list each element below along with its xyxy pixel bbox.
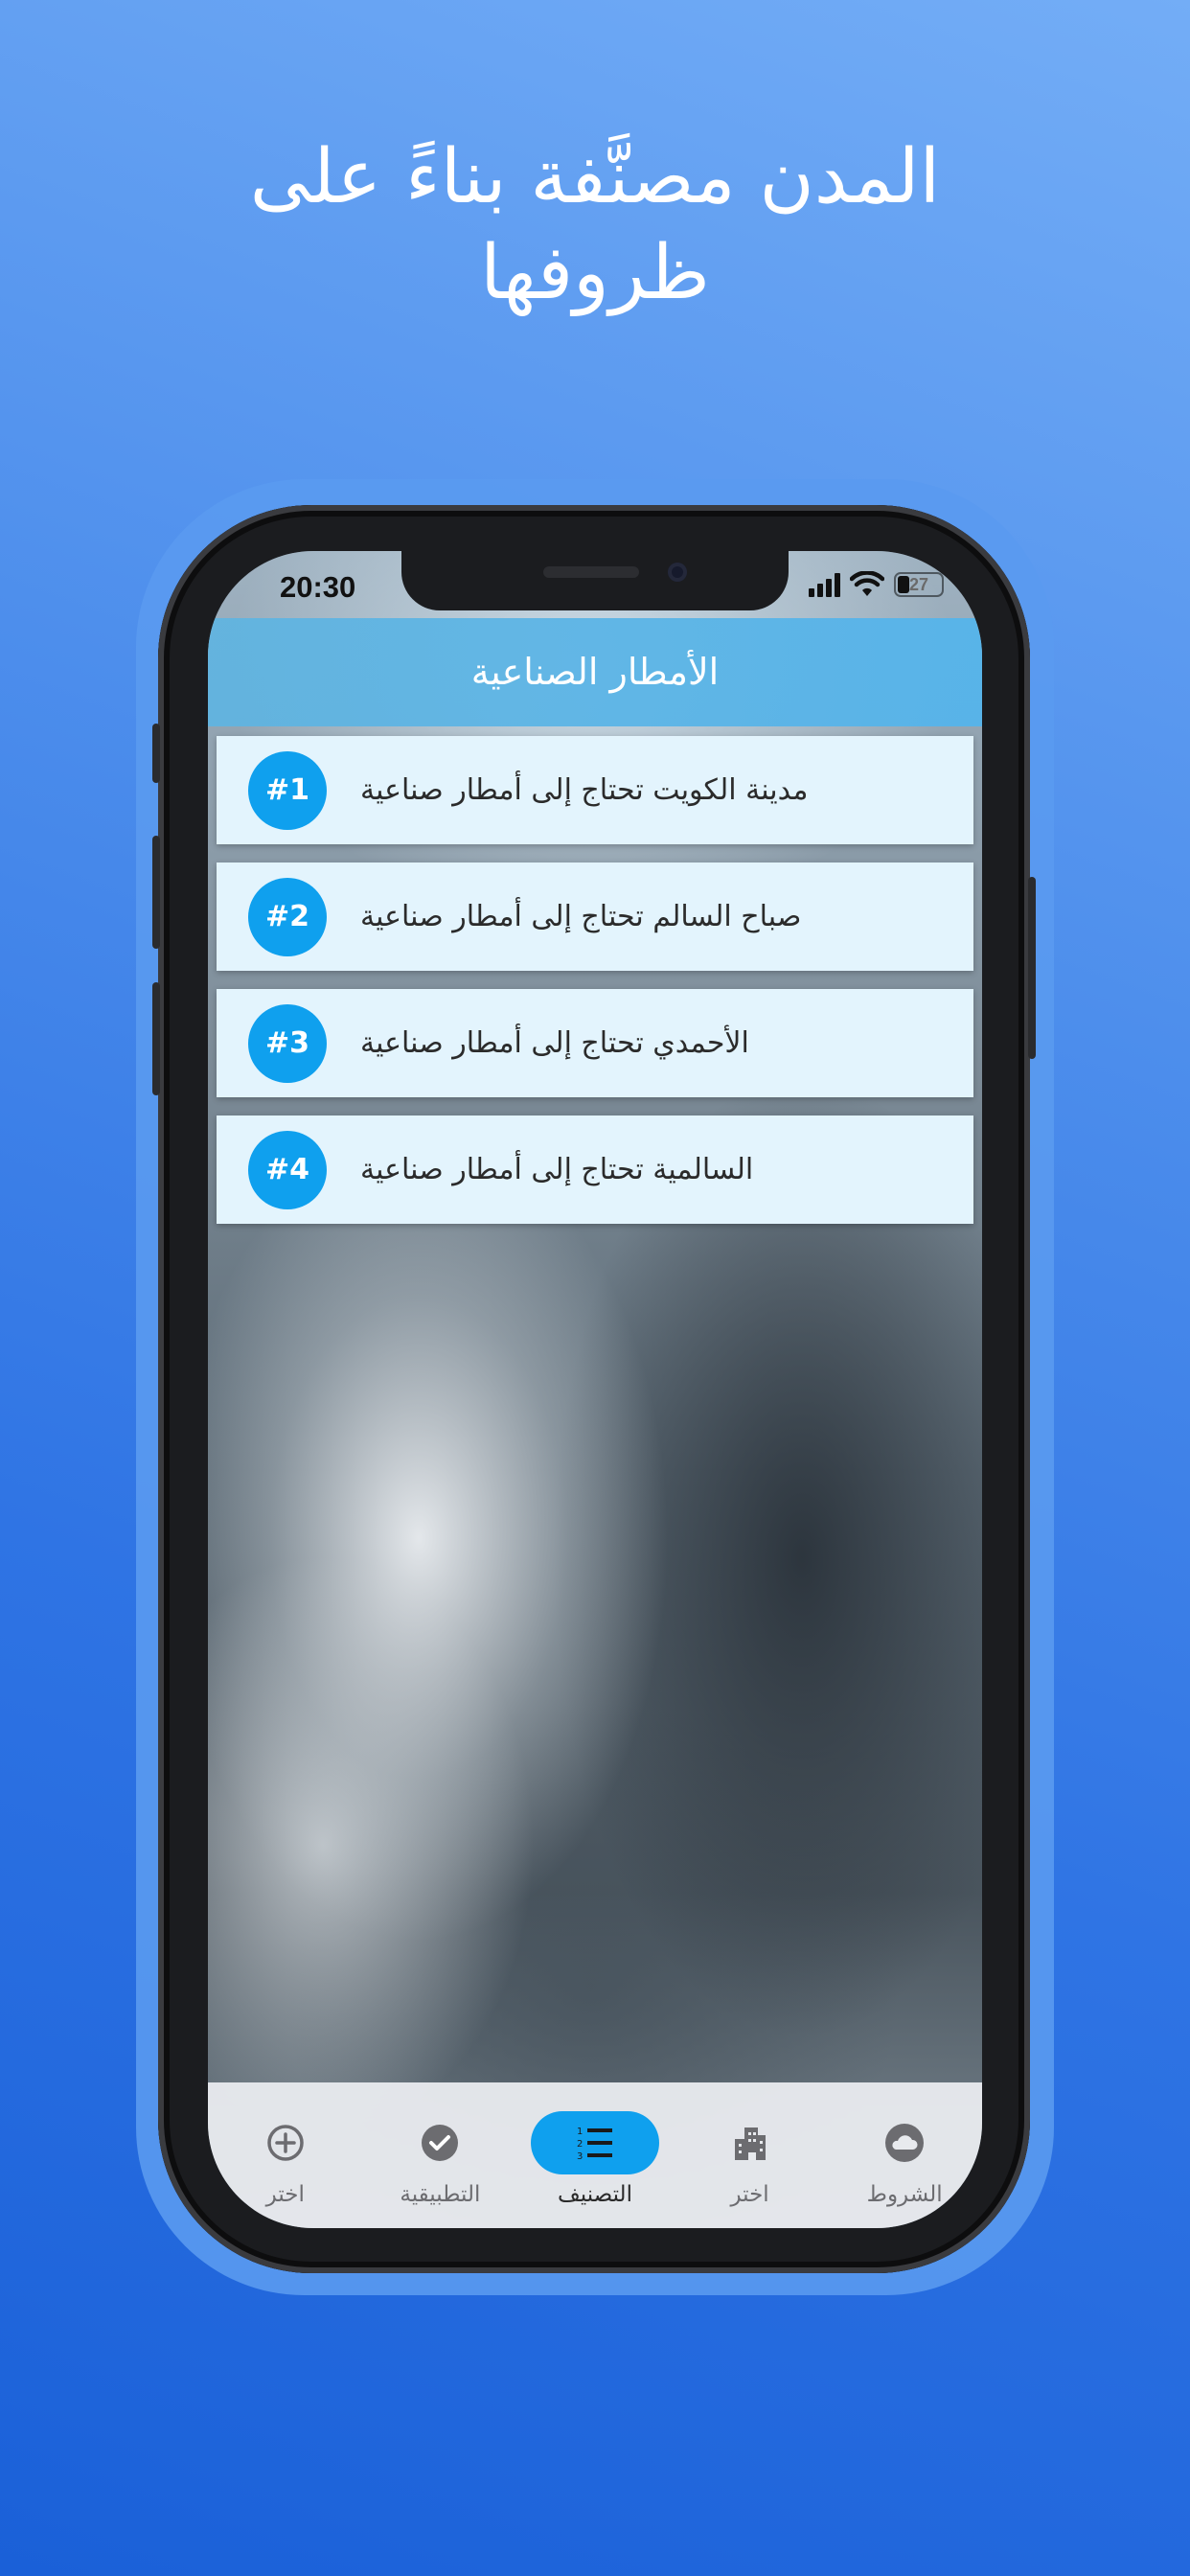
battery-icon: 27 (894, 572, 944, 597)
headline-line-1: المدن مصنَّفة بناءً على (249, 134, 941, 220)
tab-label: الشروط (866, 2182, 943, 2207)
list-item[interactable]: #2 صباح السالم تحتاج إلى أمطار صناعية (217, 862, 973, 971)
list-item-text: الأحمدي تحتاج إلى أمطار صناعية (360, 1026, 749, 1060)
svg-text:1: 1 (577, 2127, 583, 2137)
rank-badge: #4 (248, 1131, 327, 1209)
list-item-text: صباح السالم تحتاج إلى أمطار صناعية (360, 900, 802, 933)
list-item-text: السالمية تحتاج إلى أمطار صناعية (360, 1153, 754, 1186)
svg-text:3: 3 (577, 2151, 583, 2162)
list-item[interactable]: #3 الأحمدي تحتاج إلى أمطار صناعية (217, 989, 973, 1097)
tab-select-city[interactable]: اختر (673, 2082, 828, 2228)
status-time: 20:30 (280, 570, 356, 604)
speaker-grille (543, 566, 639, 578)
status-bar: 20:30 27 (208, 551, 982, 618)
list-item-text: مدينة الكويت تحتاج إلى أمطار صناعية (360, 773, 809, 807)
app-header-title: الأمطار الصناعية (208, 618, 982, 726)
svg-text:2: 2 (577, 2139, 583, 2150)
add-circle-icon (267, 2125, 304, 2161)
cloud-icon (885, 2124, 925, 2162)
side-button-mute (152, 724, 160, 783)
notch (401, 551, 789, 610)
tab-applied[interactable]: التطبيقية (363, 2082, 518, 2228)
side-button-volume-down (152, 982, 160, 1095)
phone-screen: 20:30 27 الأمطار الصناعية #1 مدينة الكوي… (208, 551, 982, 2228)
tab-classification[interactable]: 1 2 3 التصنيف (517, 2082, 673, 2228)
side-button-power (1028, 877, 1036, 1059)
tab-label: اختر (730, 2182, 769, 2207)
rank-badge: #3 (248, 1004, 327, 1083)
tab-add[interactable]: اختر (208, 2082, 363, 2228)
wifi-icon (850, 571, 884, 596)
side-button-volume-up (152, 836, 160, 949)
cellular-signal-icon (809, 572, 840, 597)
status-icons: 27 (809, 567, 944, 602)
tab-label: اختر (265, 2182, 305, 2207)
rank-badge: #1 (248, 751, 327, 830)
tab-label: التطبيقية (400, 2182, 481, 2207)
promo-headline: المدن مصنَّفة بناءً على ظروفها (0, 129, 1190, 321)
front-camera (668, 563, 687, 582)
bottom-tab-bar: اختر التطبيقية 1 2 3 التصنيف اختر الشروط (208, 2082, 982, 2228)
rank-badge: #2 (248, 878, 327, 956)
check-circle-icon (422, 2125, 459, 2161)
city-ranking-list: #1 مدينة الكويت تحتاج إلى أمطار صناعية #… (217, 736, 973, 1242)
city-buildings-icon (734, 2128, 766, 2160)
tab-conditions[interactable]: الشروط (827, 2082, 982, 2228)
list-item[interactable]: #1 مدينة الكويت تحتاج إلى أمطار صناعية (217, 736, 973, 844)
battery-level: 27 (908, 575, 929, 594)
list-item[interactable]: #4 السالمية تحتاج إلى أمطار صناعية (217, 1116, 973, 1224)
tab-label: التصنيف (557, 2182, 632, 2207)
numbered-list-icon: 1 2 3 (577, 2127, 612, 2162)
headline-line-2: ظروفها (480, 230, 710, 316)
